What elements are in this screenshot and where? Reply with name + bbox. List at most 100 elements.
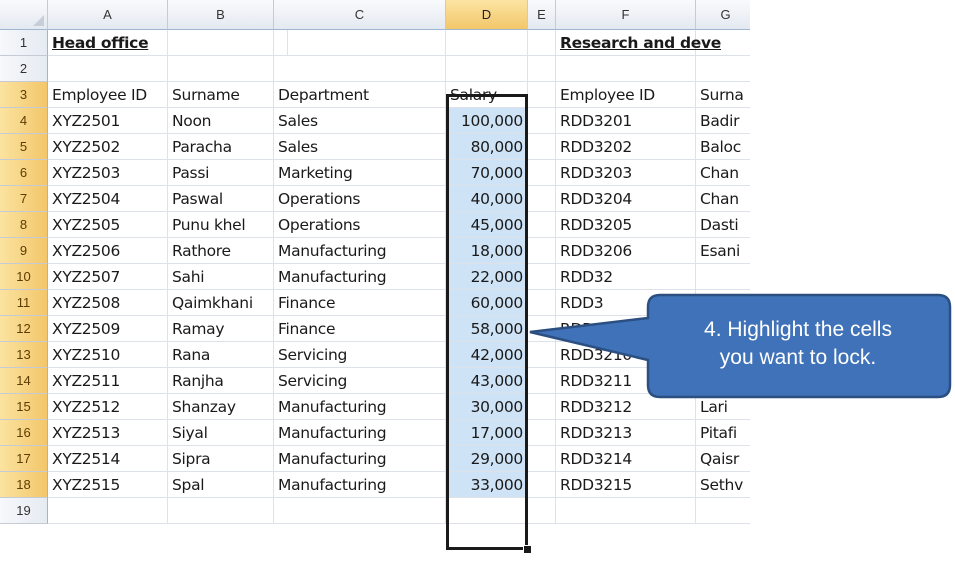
rd-surname-cell[interactable]: Esani [696,238,750,264]
cell-g19[interactable] [696,498,750,524]
header-g-surname[interactable]: Surna [696,82,750,108]
employee-id-cell[interactable]: XYZ2503 [48,160,168,186]
surname-cell[interactable]: Ranjha [168,368,274,394]
row-header-1[interactable]: 1 [0,30,48,56]
fill-handle[interactable] [523,545,532,554]
surname-cell[interactable]: Spal [168,472,274,498]
cell-e16[interactable] [528,420,556,446]
cell-a19[interactable] [48,498,168,524]
rd-employee-id-cell[interactable]: RDD3203 [556,160,696,186]
row-header-15[interactable]: 15 [0,394,48,420]
row-header-19[interactable]: 19 [0,498,48,524]
department-cell[interactable]: Manufacturing [274,238,446,264]
row-header-8[interactable]: 8 [0,212,48,238]
rd-employee-id-cell[interactable]: RDD3214 [556,446,696,472]
cell-d19[interactable] [446,498,528,524]
cell-e1[interactable] [528,30,556,56]
employee-id-cell[interactable]: XYZ2507 [48,264,168,290]
cell-c1[interactable] [274,30,446,56]
cell-e4[interactable] [528,108,556,134]
department-cell[interactable]: Finance [274,316,446,342]
department-cell[interactable]: Manufacturing [274,420,446,446]
salary-cell[interactable]: 17,000 [446,420,528,446]
employee-id-cell[interactable]: XYZ2504 [48,186,168,212]
cell-e9[interactable] [528,238,556,264]
rd-employee-id-cell[interactable]: RDD3206 [556,238,696,264]
employee-id-cell[interactable]: XYZ2512 [48,394,168,420]
cell-f2[interactable] [556,56,696,82]
surname-cell[interactable]: Paracha [168,134,274,160]
cell-d2[interactable] [446,56,528,82]
salary-cell[interactable]: 80,000 [446,134,528,160]
cell-e13[interactable] [528,342,556,368]
surname-cell[interactable]: Qaimkhani [168,290,274,316]
surname-cell[interactable]: Noon [168,108,274,134]
rd-surname-cell[interactable] [696,264,750,290]
cell-a2[interactable] [48,56,168,82]
cell-e10[interactable] [528,264,556,290]
salary-cell[interactable]: 42,000 [446,342,528,368]
cell-b19[interactable] [168,498,274,524]
column-header-c[interactable]: C [274,0,446,30]
column-header-g[interactable]: G [696,0,750,30]
research-title[interactable]: Research and deve [556,30,750,56]
cell-e3[interactable] [528,82,556,108]
select-all-corner[interactable] [0,0,48,30]
rd-employee-id-cell[interactable]: RDD3204 [556,186,696,212]
salary-cell[interactable]: 43,000 [446,368,528,394]
row-header-4[interactable]: 4 [0,108,48,134]
rd-surname-cell[interactable]: Lari [696,394,750,420]
row-header-10[interactable]: 10 [0,264,48,290]
employee-id-cell[interactable]: XYZ2509 [48,316,168,342]
cell-e8[interactable] [528,212,556,238]
rd-employee-id-cell[interactable]: RDD3 [556,290,696,316]
row-header-3[interactable]: 3 [0,82,48,108]
surname-cell[interactable]: Punu khel [168,212,274,238]
header-surname[interactable]: Surname [168,82,274,108]
salary-cell[interactable]: 18,000 [446,238,528,264]
rd-surname-cell[interactable]: Pitafi [696,420,750,446]
row-header-6[interactable]: 6 [0,160,48,186]
department-cell[interactable]: Manufacturing [274,394,446,420]
department-cell[interactable]: Finance [274,290,446,316]
row-header-16[interactable]: 16 [0,420,48,446]
header-department[interactable]: Department [274,82,446,108]
rd-surname-cell[interactable] [696,290,750,316]
employee-id-cell[interactable]: XYZ2502 [48,134,168,160]
cell-g2[interactable] [696,56,750,82]
employee-id-cell[interactable]: XYZ2515 [48,472,168,498]
cell-e17[interactable] [528,446,556,472]
department-cell[interactable]: Servicing [274,342,446,368]
column-header-d[interactable]: D [446,0,528,30]
surname-cell[interactable]: Siyal [168,420,274,446]
rd-surname-cell[interactable]: Qaisr [696,446,750,472]
salary-cell[interactable]: 30,000 [446,394,528,420]
row-header-17[interactable]: 17 [0,446,48,472]
row-header-18[interactable]: 18 [0,472,48,498]
cell-e11[interactable] [528,290,556,316]
row-header-12[interactable]: 12 [0,316,48,342]
department-cell[interactable]: Sales [274,134,446,160]
column-header-f[interactable]: F [556,0,696,30]
salary-cell[interactable]: 58,000 [446,316,528,342]
rd-employee-id-cell[interactable]: RDD3202 [556,134,696,160]
row-header-7[interactable]: 7 [0,186,48,212]
row-header-13[interactable]: 13 [0,342,48,368]
salary-cell[interactable]: 29,000 [446,446,528,472]
surname-cell[interactable]: Sahi [168,264,274,290]
salary-cell[interactable]: 33,000 [446,472,528,498]
employee-id-cell[interactable]: XYZ2513 [48,420,168,446]
surname-cell[interactable]: Passi [168,160,274,186]
department-cell[interactable]: Operations [274,212,446,238]
rd-employee-id-cell[interactable]: RDD32 [556,264,696,290]
department-cell[interactable]: Manufacturing [274,446,446,472]
cell-e12[interactable] [528,316,556,342]
cell-c19[interactable] [274,498,446,524]
surname-cell[interactable]: Ramay [168,316,274,342]
column-header-a[interactable]: A [48,0,168,30]
row-header-11[interactable]: 11 [0,290,48,316]
cell-b2[interactable] [168,56,274,82]
department-cell[interactable]: Servicing [274,368,446,394]
salary-cell[interactable]: 100,000 [446,108,528,134]
employee-id-cell[interactable]: XYZ2511 [48,368,168,394]
